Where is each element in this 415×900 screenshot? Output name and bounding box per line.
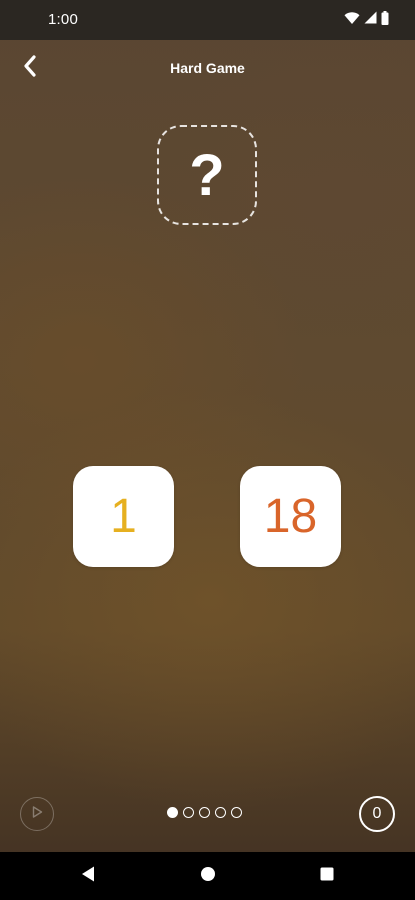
wifi-icon bbox=[344, 11, 360, 30]
status-time: 1:00 bbox=[48, 11, 78, 28]
play-button[interactable] bbox=[20, 797, 54, 831]
number-tile-2[interactable]: 18 bbox=[240, 466, 341, 567]
back-triangle-icon bbox=[80, 865, 96, 888]
status-icons bbox=[344, 10, 389, 30]
recents-square-icon bbox=[319, 866, 335, 887]
status-bar: 1:00 bbox=[0, 0, 415, 40]
tile-value: 1 bbox=[110, 490, 137, 543]
home-circle-icon bbox=[200, 866, 216, 887]
tile-value: 18 bbox=[263, 490, 318, 543]
question-mark: ? bbox=[189, 142, 225, 208]
page-dot[interactable] bbox=[231, 807, 242, 818]
number-tile-1[interactable]: 1 bbox=[73, 466, 174, 567]
score-badge[interactable]: 0 bbox=[359, 796, 395, 832]
nav-home-button[interactable] bbox=[198, 866, 218, 886]
page-title: Hard Game bbox=[170, 60, 245, 76]
page-dot[interactable] bbox=[199, 807, 210, 818]
page-dot[interactable] bbox=[183, 807, 194, 818]
system-nav-bar bbox=[0, 852, 415, 900]
score-value: 0 bbox=[372, 805, 382, 822]
play-icon bbox=[30, 805, 44, 824]
nav-back-button[interactable] bbox=[78, 866, 98, 886]
page-indicator bbox=[167, 807, 242, 818]
battery-icon bbox=[381, 10, 389, 30]
game-screen: 1:00 Hard Game ? 1 18 0 bbox=[0, 0, 415, 900]
page-dot-active[interactable] bbox=[167, 807, 178, 818]
answer-slot[interactable]: ? bbox=[157, 125, 257, 225]
page-dot[interactable] bbox=[215, 807, 226, 818]
cellular-signal-icon bbox=[364, 11, 377, 29]
nav-recents-button[interactable] bbox=[317, 866, 337, 886]
